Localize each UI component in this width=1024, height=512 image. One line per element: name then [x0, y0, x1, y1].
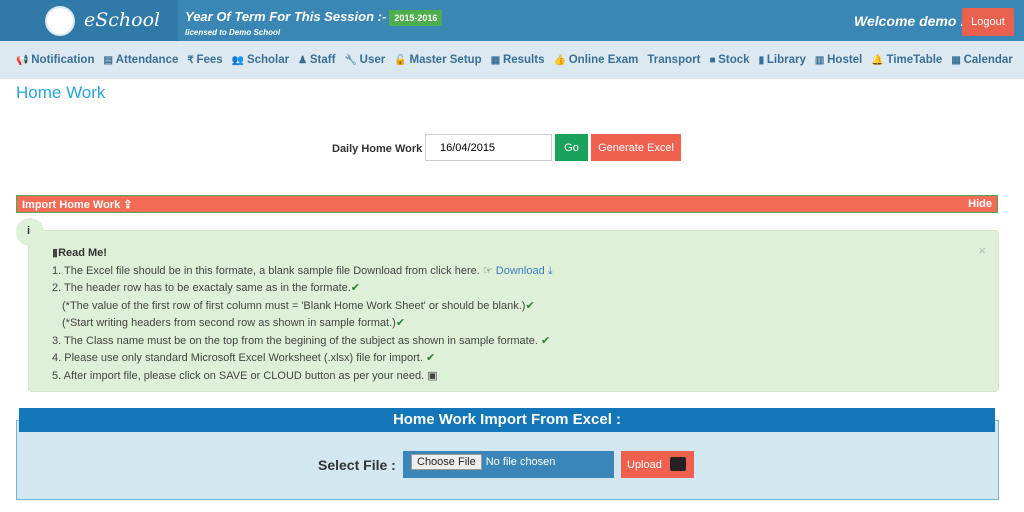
building-icon: ▥ [814, 55, 828, 66]
import-home-work-bar[interactable]: Import Home Work ⇪ Hide [16, 195, 998, 213]
hide-link[interactable]: Hide [968, 198, 992, 210]
app-name: eSchool [84, 9, 161, 31]
folder-icon: ■ [709, 55, 719, 66]
nav-label: Scholar [246, 54, 290, 66]
nav-item-scholar[interactable]: 👥 Scholar [232, 54, 289, 66]
daily-home-work-label: Daily Home Work : [332, 143, 429, 155]
main-nav: 📢 Notification ▤ Attendance ₹ Fees 👥 Schola… [0, 41, 1024, 79]
nav-label: Fees [196, 54, 223, 66]
nav-item-stock[interactable]: ■ Stock [709, 54, 749, 66]
nav-label: Hostel [827, 54, 863, 66]
file-icon: ▤ [103, 55, 116, 66]
readme-line: 2. The header row has to be exactaly sam… [52, 282, 351, 294]
nav-item-master-setup[interactable]: 🔓 Master Setup [394, 54, 481, 66]
check-icon: ✔ [425, 352, 436, 364]
info-icon: i [16, 218, 44, 246]
nav-label: Calendar [963, 54, 1013, 66]
nav-label: Stock [718, 54, 750, 66]
term-label: Year Of Term For This Session :- [185, 9, 387, 24]
download-icon: ⤓ [547, 264, 553, 277]
nav-label: Master Setup [409, 54, 482, 66]
nav-label: Transport [647, 54, 701, 66]
readme-line: 3. The Class name must be on the top fro… [52, 334, 538, 347]
nav-item-online-exam[interactable]: 👍 Online Exam [553, 54, 638, 66]
choose-file-button[interactable]: Choose File [411, 454, 482, 470]
term-info: Year Of Term For This Session :- 2015-201… [185, 9, 443, 26]
upload-icon [670, 457, 686, 471]
readme-line: 1. The Excel file should be in this form… [52, 264, 480, 277]
nav-item-transport[interactable]: Transport [647, 54, 700, 66]
top-header: eSchool Year Of Term For This Session :-… [0, 0, 1024, 41]
save-icon: ▣ [427, 369, 438, 382]
nav-label: Online Exam [568, 54, 639, 66]
readme-line: 4. Please use only standard Microsoft Ex… [52, 352, 423, 364]
nav-label: Notification [31, 54, 95, 66]
generate-excel-button[interactable]: Generate Excel [591, 134, 681, 161]
chart-icon: ▦ [490, 55, 503, 66]
calendar-icon: ▦ [951, 55, 964, 66]
readme-line: 5. After import file, please click on SA… [52, 369, 425, 382]
license-text: licensed to Demo School [185, 28, 281, 37]
upload-label: Upload [627, 458, 662, 471]
nav-label: TimeTable [886, 54, 943, 66]
nav-label: Attendance [115, 54, 179, 66]
nav-item-fees[interactable]: ₹ Fees [187, 54, 222, 66]
nav-label: Staff [309, 54, 336, 66]
nav-item-staff[interactable]: ♟ Staff [298, 54, 335, 66]
welcome-text: Welcome demo ! [854, 13, 965, 29]
hand-right-icon: ☞ [482, 264, 493, 277]
nav-label: Results [502, 54, 545, 66]
unlock-icon: 🔓 [394, 55, 410, 66]
nav-item-results[interactable]: ▦ Results [491, 54, 545, 66]
user-icon: ♟ [298, 55, 310, 66]
thumbs-up-icon: 👍 [553, 55, 569, 66]
readme-panel: × ▮Read Me! 1. The Excel file should be … [28, 230, 999, 392]
upload-icon: ⇪ [123, 199, 133, 211]
page-title: Home Work [16, 83, 106, 102]
readme-line: (*Start writing headers from second row … [62, 317, 396, 329]
logo[interactable]: eSchool [0, 0, 178, 41]
nav-item-hostel[interactable]: ▥ Hostel [815, 54, 862, 66]
select-file-label: Select File : [318, 457, 396, 473]
nav-item-notification[interactable]: 📢 Notification [16, 54, 94, 66]
logout-button[interactable]: Logout [962, 8, 1014, 36]
no-file-text: No file chosen [485, 456, 556, 468]
nav-item-attendance[interactable]: ▤ Attendance [103, 54, 178, 66]
check-icon: ✔ [350, 282, 361, 294]
file-input[interactable]: Choose File No file chosen [403, 451, 614, 478]
wrench-icon: 🔧 [344, 55, 360, 66]
bell-icon: 🔔 [871, 55, 887, 66]
readme-line: (*The value of the first row of first co… [62, 299, 526, 312]
date-input[interactable] [425, 134, 552, 161]
download-link[interactable]: Download [496, 265, 545, 277]
upload-button[interactable]: Upload [621, 451, 694, 478]
check-icon: ✔ [540, 334, 551, 347]
readme-title: Read Me! [58, 247, 107, 259]
nav-label: User [359, 54, 386, 66]
users-icon: 👥 [231, 55, 247, 66]
go-button[interactable]: Go [555, 134, 588, 161]
nav-item-user[interactable]: 🔧 User [344, 54, 385, 66]
bullhorn-icon: 📢 [16, 55, 32, 66]
check-icon: ✔ [395, 317, 406, 329]
check-icon: ✔ [525, 299, 535, 312]
book-icon: ▮ [758, 55, 767, 66]
import-panel-title: Home Work Import From Excel : [19, 408, 995, 432]
nav-label: Library [766, 54, 806, 66]
logo-icon [45, 6, 75, 36]
close-icon[interactable]: × [978, 243, 986, 258]
nav-item-library[interactable]: ▮ Library [759, 54, 806, 66]
import-label: Import Home Work [22, 199, 121, 211]
term-badge: 2015-2016 [389, 10, 443, 26]
nav-item-timetable[interactable]: 🔔 TimeTable [871, 54, 942, 66]
nav-item-calendar[interactable]: ▦ Calendar [951, 54, 1012, 66]
